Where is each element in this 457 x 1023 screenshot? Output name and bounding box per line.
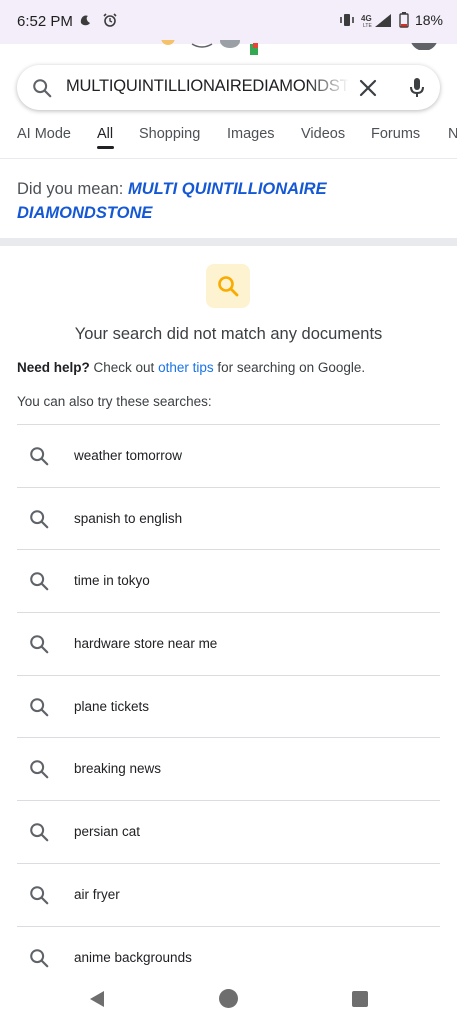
query-fade [307,73,359,103]
suggestion-label[interactable]: persian cat [74,824,140,839]
suggestion-label[interactable]: weather tomorrow [74,448,182,463]
mic-icon[interactable] [405,76,429,100]
search-icon [28,570,50,597]
suggestion-label[interactable]: breaking news [74,761,161,776]
status-bar: 6:52 PM 4G LTE 18% [0,0,457,44]
svg-text:4G: 4G [361,14,372,23]
search-icon [28,947,50,974]
suggestion-list: weather tomorrow spanish to english time… [17,424,440,988]
status-time: 6:52 PM [17,13,73,30]
suggestion-item[interactable]: spanish to english [17,486,440,550]
suggestion-label[interactable]: plane tickets [74,699,149,714]
also-try-heading: You can also try these searches: [17,394,212,409]
tab-ai-mode[interactable]: AI Mode [17,126,71,142]
did-you-mean-prefix: Did you mean: [17,180,128,198]
doodle-image[interactable] [160,40,270,56]
search-icon [28,696,50,723]
vibrate-icon [339,13,355,27]
suggestion-item[interactable]: persian cat [17,800,440,863]
tab-more[interactable]: N [448,126,457,142]
tab-images[interactable]: Images [227,126,275,142]
tabs-divider [0,158,457,159]
status-right-icons: 4G LTE 18% [339,12,443,28]
help-pre: Check out [89,360,159,375]
search-box[interactable]: MULTIQUINTILLIONAIREDIAMONDSTONE [17,65,440,110]
tab-videos[interactable]: Videos [301,126,345,142]
suggestion-item[interactable]: air fryer [17,862,440,926]
suggestion-item[interactable]: hardware store near me [17,612,440,675]
suggestion-item[interactable]: breaking news [17,737,440,800]
alarm-icon [102,12,118,33]
suggestion-label[interactable]: spanish to english [74,511,182,526]
search-icon [31,77,53,104]
clear-icon[interactable] [356,76,380,100]
search-icon [28,758,50,785]
battery-percent: 18% [414,12,443,28]
search-icon [28,633,50,660]
help-text: Need help? Check out other tips for sear… [17,360,365,375]
no-results-message: Your search did not match any documents [74,325,383,343]
recent-apps-icon[interactable] [352,991,368,1007]
avatar[interactable] [410,40,438,50]
suggestion-label[interactable]: air fryer [74,887,120,902]
suggestion-label[interactable]: anime backgrounds [74,950,192,965]
other-tips-link[interactable]: other tips [158,360,214,375]
moon-icon [78,12,94,33]
home-icon[interactable] [219,989,238,1008]
suggestion-item[interactable]: plane tickets [17,674,440,738]
section-separator [0,238,457,246]
did-you-mean-line1[interactable]: MULTI QUINTILLIONAIRE [128,180,327,198]
tip-icon-box [206,264,250,308]
navigation-bar [0,978,457,1023]
status-left-icons [78,12,118,33]
search-icon [28,884,50,911]
help-post: for searching on Google. [213,360,366,375]
back-icon[interactable] [88,990,106,1013]
active-tab-indicator [97,146,114,149]
svg-text:LTE: LTE [363,23,372,28]
help-bold: Need help? [17,360,90,375]
tab-shopping[interactable]: Shopping [139,126,200,142]
search-tabs: AI Mode All Shopping Images Videos Forum… [0,118,457,158]
did-you-mean: Did you mean: MULTI QUINTILLIONAIRE DIAMO… [17,177,437,225]
tab-forums[interactable]: Forums [371,126,420,142]
lte-signal-icon: 4G LTE [361,12,393,28]
search-icon [28,821,50,848]
suggestion-item[interactable]: weather tomorrow [17,424,440,487]
search-icon [28,508,50,535]
battery-icon [399,12,409,28]
tab-all[interactable]: All [97,126,113,142]
suggestion-label[interactable]: time in tokyo [74,573,150,588]
did-you-mean-line2[interactable]: DIAMONDSTONE [17,204,152,222]
search-icon [28,445,50,472]
suggestion-label[interactable]: hardware store near me [74,636,217,651]
suggestion-item[interactable]: time in tokyo [17,549,440,612]
